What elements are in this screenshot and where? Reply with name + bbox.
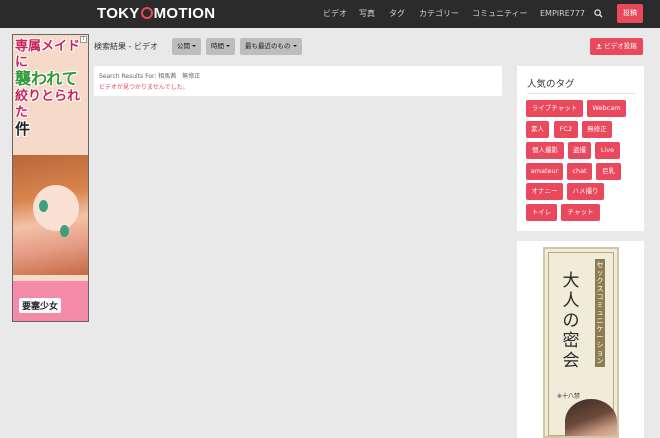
tag-button[interactable]: 巨乳 (596, 163, 621, 180)
tag-button[interactable]: amateur (526, 163, 563, 180)
tag-button[interactable]: Webcam (587, 100, 626, 117)
ad-frame: セックスコミュニケーション 大人の密会 ※十八禁 (543, 247, 619, 438)
tag-button[interactable]: FC2 (554, 121, 578, 138)
filter-public-dropdown[interactable]: 公開 (172, 38, 201, 55)
search-icon[interactable] (594, 9, 603, 18)
top-navbar: TOKY MOTION ビデオ 写真 タグ カテゴリー コミュニティー EMPIR… (0, 0, 660, 28)
tag-button[interactable]: 素人 (526, 121, 549, 138)
page-title: 検索結果 - ビデオ (94, 42, 158, 51)
ad-brand-logo: 要塞少女 (19, 298, 62, 313)
filter-public-label: 公開 (177, 42, 190, 50)
tag-button[interactable]: 盗撮 (568, 142, 591, 159)
tag-button[interactable]: チャット (561, 204, 600, 221)
upload-video-button[interactable]: ビデオ投稿 (590, 38, 643, 55)
left-banner-ad[interactable]: 専属メイドに 襲われて 絞りとられた 件 要塞少女 i (12, 34, 89, 322)
ad-line-4: 件 (15, 120, 31, 138)
ad-illustration-eye (39, 200, 48, 212)
search-results-query: Search Results For: 相馬茜 無修正 (99, 73, 201, 80)
nav-link-empire777[interactable]: EMPIRE777 (540, 0, 585, 28)
caret-down-icon (226, 45, 230, 47)
upload-icon (596, 43, 602, 49)
filter-time-dropdown[interactable]: 時間 (206, 38, 235, 55)
filter-time-label: 時間 (211, 42, 224, 50)
tag-button[interactable]: オナニー (526, 183, 563, 200)
post-button[interactable]: 投稿 (617, 4, 643, 23)
caret-down-icon (292, 45, 297, 47)
search-results-panel: Search Results For: 相馬茜 無修正 ビデオが見つかりませんで… (94, 66, 502, 96)
ad-illustration-eye (60, 225, 69, 237)
ad-line-2: 襲われて (15, 69, 78, 88)
caret-down-icon (192, 45, 196, 47)
filter-sort-label: 最も最近のもの (245, 42, 291, 50)
logo-right-text: MOTION (153, 5, 216, 22)
nav-link-photos[interactable]: 写真 (359, 0, 375, 28)
tag-button[interactable]: 無修正 (582, 121, 612, 138)
filter-sort-dropdown[interactable]: 最も最近のもの (240, 38, 302, 55)
tag-button[interactable]: Live (595, 142, 620, 159)
no-results-message: ビデオが見つかりませんでした。 (99, 84, 189, 91)
logo-o-ring-icon (140, 7, 153, 19)
nav-link-community[interactable]: コミュニティー (472, 0, 528, 28)
tag-button[interactable]: chat (567, 163, 592, 180)
nav-link-tags[interactable]: タグ (389, 0, 405, 28)
divider (527, 93, 635, 94)
tag-button[interactable]: 個人撮影 (526, 142, 564, 159)
ad-photo (565, 399, 617, 436)
tag-button[interactable]: ライブチャット (526, 100, 583, 117)
site-logo[interactable]: TOKY MOTION (97, 5, 215, 23)
popular-tags-panel: 人気のタグ ライブチャット Webcam 素人 FC2 無修正 個人撮影 盗撮 … (517, 66, 644, 231)
logo-left-text: TOKY (97, 5, 140, 22)
ad-main-text: 大人の密会 (562, 271, 580, 371)
nav-link-categories[interactable]: カテゴリー (419, 0, 459, 28)
nav-link-videos[interactable]: ビデオ (323, 0, 347, 28)
ad-line-1: 専属メイドに (15, 39, 81, 70)
ad-age-notice: ※十八禁 (557, 393, 581, 400)
tag-button[interactable]: トイレ (526, 204, 557, 221)
right-banner-ad[interactable]: セックスコミュニケーション 大人の密会 ※十八禁 (517, 241, 644, 438)
ad-headline: 専属メイドに 襲われて 絞りとられた 件 (15, 39, 87, 139)
ad-info-icon[interactable]: i (80, 36, 87, 43)
ad-footer-band: 要塞少女 (13, 281, 88, 321)
ad-vertical-text: セックスコミュニケーション (595, 259, 605, 367)
upload-video-label: ビデオ投稿 (604, 42, 637, 50)
ad-line-3: 絞りとられた (15, 89, 81, 120)
tag-button[interactable]: ハメ撮り (567, 183, 604, 200)
popular-tags-heading: 人気のタグ (527, 79, 575, 90)
